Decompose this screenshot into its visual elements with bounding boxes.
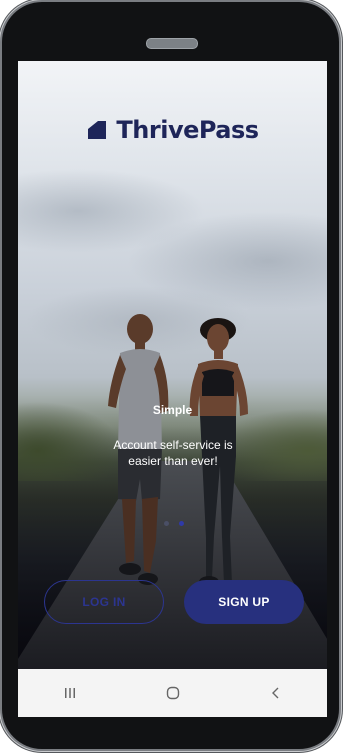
- recent-apps-button[interactable]: [50, 678, 90, 708]
- back-icon: [271, 687, 278, 699]
- brand-name: ThrivePass: [116, 116, 259, 144]
- slide-description: Account self-service is easier than ever…: [113, 438, 233, 468]
- home-button[interactable]: [153, 678, 193, 708]
- slide-title: Simple: [152, 403, 193, 417]
- carousel-dot-1[interactable]: [164, 521, 169, 526]
- carousel-indicator[interactable]: [164, 521, 184, 526]
- speaker-grille: [146, 38, 198, 49]
- brand-logo: ThrivePass: [18, 115, 327, 145]
- back-button[interactable]: [256, 678, 296, 708]
- thrivepass-logo-icon: [88, 121, 107, 139]
- recent-apps-icon: [64, 688, 75, 698]
- carousel-dot-2[interactable]: [179, 521, 184, 526]
- phone-frame: ThrivePass Simple Account self-service i…: [2, 2, 339, 749]
- login-button[interactable]: LOG IN: [44, 580, 164, 624]
- sky-background: [18, 61, 327, 391]
- road-background: [18, 461, 327, 669]
- signup-button[interactable]: SIGN UP: [184, 580, 304, 624]
- system-navigation-bar: [18, 669, 327, 717]
- home-icon: [166, 686, 179, 700]
- onboarding-screen: ThrivePass Simple Account self-service i…: [18, 61, 327, 669]
